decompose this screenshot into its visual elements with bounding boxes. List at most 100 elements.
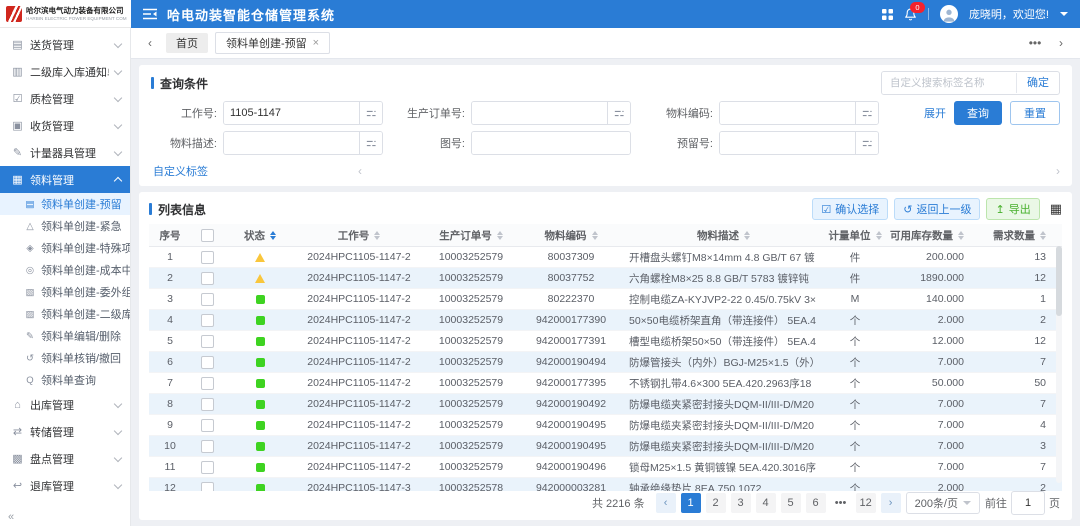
table-row[interactable]: 32024HPC1105-1147-21000325257980222370控制… (149, 289, 1062, 310)
page-button[interactable]: 6 (806, 493, 826, 513)
sort-icon[interactable] (1040, 231, 1046, 240)
row-checkbox[interactable] (201, 461, 214, 474)
work-no-input[interactable] (224, 102, 359, 124)
reserve-no-input[interactable] (720, 132, 855, 154)
custom-tag-name-input[interactable] (882, 72, 1016, 94)
expand-link[interactable]: 展开 (924, 105, 946, 121)
drawing-no-input[interactable] (472, 132, 630, 154)
work-no-picker-icon[interactable] (359, 102, 382, 124)
reset-button[interactable]: 重置 (1010, 101, 1060, 125)
row-checkbox[interactable] (201, 314, 214, 327)
row-checkbox[interactable] (201, 398, 214, 411)
row-checkbox[interactable] (201, 335, 214, 348)
page-button[interactable]: 1 (681, 493, 701, 513)
table-row[interactable]: 82024HPC1105-1147-2100032525799420001904… (149, 394, 1062, 415)
sidebar-item-transfer[interactable]: ⇄转储管理 (0, 418, 130, 445)
sidebar-item-measuring-tools[interactable]: ✎计量器具管理 (0, 139, 130, 166)
sidebar-item-return[interactable]: ↩退库管理 (0, 472, 130, 499)
row-checkbox[interactable] (201, 482, 214, 492)
sort-icon[interactable] (876, 231, 882, 240)
table-row[interactable]: 22024HPC1105-1147-21000325257980037752六角… (149, 268, 1062, 289)
reserve-no-picker-icon[interactable] (855, 132, 878, 154)
jump-page-input[interactable] (1011, 491, 1045, 515)
tab-home[interactable]: 首页 (166, 33, 208, 53)
tab-requisition-reserve[interactable]: 领料单创建-预留 × (215, 32, 330, 54)
row-checkbox[interactable] (201, 419, 214, 432)
sidebar-item-outbound[interactable]: ⌂出库管理 (0, 391, 130, 418)
apps-grid-icon[interactable] (882, 9, 893, 20)
confirm-select-button[interactable]: ☑ 确认选择 (812, 198, 888, 220)
table-row[interactable]: 72024HPC1105-1147-2100032525799420001773… (149, 373, 1062, 394)
order-no-input[interactable] (472, 102, 607, 124)
tags-scroll-left-icon[interactable]: ‹ (358, 164, 362, 178)
sort-icon[interactable] (592, 231, 598, 240)
user-menu-caret-icon[interactable] (1060, 12, 1068, 16)
prev-page-button[interactable]: ‹ (656, 493, 676, 513)
tabs-scroll-right-icon[interactable]: › (1052, 36, 1070, 50)
row-checkbox[interactable] (201, 251, 214, 264)
table-row[interactable]: 102024HPC1105-1147-210003252579942000190… (149, 436, 1062, 457)
sort-icon[interactable] (497, 231, 503, 240)
back-up-level-button[interactable]: ↺ 返回上一级 (894, 198, 980, 220)
page-button[interactable]: 4 (756, 493, 776, 513)
row-checkbox[interactable] (201, 356, 214, 369)
sidebar-item-writeoff-withdraw[interactable]: ↺领料单核销/撤回 (0, 347, 130, 369)
export-button[interactable]: ↥ 导出 (986, 198, 1039, 220)
page-button[interactable]: ••• (831, 493, 851, 513)
custom-tag-link[interactable]: 自定义标签 (153, 163, 208, 179)
sidebar-item-create-cost-center[interactable]: ◎领料单创建-成本中心 (0, 259, 130, 281)
sidebar-item-delivery[interactable]: ▤送货管理 (0, 31, 130, 58)
table-row[interactable]: 62024HPC1105-1147-2100032525799420001904… (149, 352, 1062, 373)
next-page-button[interactable]: › (881, 493, 901, 513)
sidebar-item-edit-delete[interactable]: ✎领料单编辑/删除 (0, 325, 130, 347)
vertical-scrollbar-thumb[interactable] (1056, 246, 1062, 316)
sort-icon[interactable] (744, 231, 750, 240)
table-row[interactable]: 52024HPC1105-1147-2100032525799420001773… (149, 331, 1062, 352)
order-no-picker-icon[interactable] (607, 102, 630, 124)
page-button[interactable]: 2 (706, 493, 726, 513)
table-row[interactable]: 92024HPC1105-1147-2100032525799420001904… (149, 415, 1062, 436)
sort-icon[interactable] (374, 231, 380, 240)
row-checkbox[interactable] (201, 293, 214, 306)
table-row[interactable]: 112024HPC1105-1147-210003252579942000190… (149, 457, 1062, 478)
sidebar-item-secondary-inbound-notice[interactable]: ▥二级库入库通知单 (0, 58, 130, 85)
vertical-scrollbar[interactable] (1056, 246, 1062, 483)
material-code-input[interactable] (720, 102, 855, 124)
tag-confirm-button[interactable]: 确定 (1016, 73, 1059, 93)
sidebar-item-stocktaking[interactable]: ▩盘点管理 (0, 445, 130, 472)
sidebar-item-query[interactable]: Q领料单查询 (0, 369, 130, 391)
sidebar-item-quality[interactable]: ☑质检管理 (0, 85, 130, 112)
sort-icon[interactable] (958, 231, 964, 240)
column-settings-icon[interactable]: ▦ (1050, 201, 1062, 217)
sidebar-collapse-icon[interactable]: « (8, 511, 14, 523)
sidebar-item-create-urgent[interactable]: △领料单创建-紧急 (0, 215, 130, 237)
row-checkbox[interactable] (201, 272, 214, 285)
tabs-scroll-left-icon[interactable]: ‹ (141, 36, 159, 50)
material-desc-input[interactable] (224, 132, 359, 154)
sidebar-item-create-reserve[interactable]: ▤领料单创建-预留 (0, 193, 130, 215)
search-button[interactable]: 查询 (954, 101, 1002, 125)
row-checkbox[interactable] (201, 377, 214, 390)
page-button[interactable]: 12 (856, 493, 876, 513)
user-avatar[interactable] (940, 5, 958, 23)
menu-collapse-icon[interactable] (143, 8, 157, 20)
notification-bell-icon[interactable]: 0 (904, 8, 917, 21)
tab-close-icon[interactable]: × (313, 37, 319, 49)
tabs-more-icon[interactable]: ••• (1026, 36, 1044, 50)
table-row[interactable]: 12024HPC1105-1147-21000325257980037309开槽… (149, 247, 1062, 268)
page-size-select[interactable]: 200条/页 (906, 492, 980, 514)
table-row[interactable]: 122024HPC1105-1147-310003252578942000003… (149, 478, 1062, 491)
header-checkbox[interactable] (201, 229, 214, 242)
table-row[interactable]: 42024HPC1105-1147-2100032525799420001773… (149, 310, 1062, 331)
sort-icon[interactable] (270, 231, 276, 240)
page-button[interactable]: 5 (781, 493, 801, 513)
sidebar-item-create-outsourced[interactable]: ▧领料单创建-委外组件 (0, 281, 130, 303)
material-desc-picker-icon[interactable] (359, 132, 382, 154)
sidebar-item-receiving[interactable]: ▣收货管理 (0, 112, 130, 139)
material-code-picker-icon[interactable] (855, 102, 878, 124)
sidebar-item-material-requisition[interactable]: ▦领料管理 (0, 166, 130, 193)
sidebar-item-create-secondary[interactable]: ▨领料单创建-二级库 (0, 303, 130, 325)
row-checkbox[interactable] (201, 440, 214, 453)
page-button[interactable]: 3 (731, 493, 751, 513)
tags-scroll-right-icon[interactable]: › (1056, 164, 1060, 178)
